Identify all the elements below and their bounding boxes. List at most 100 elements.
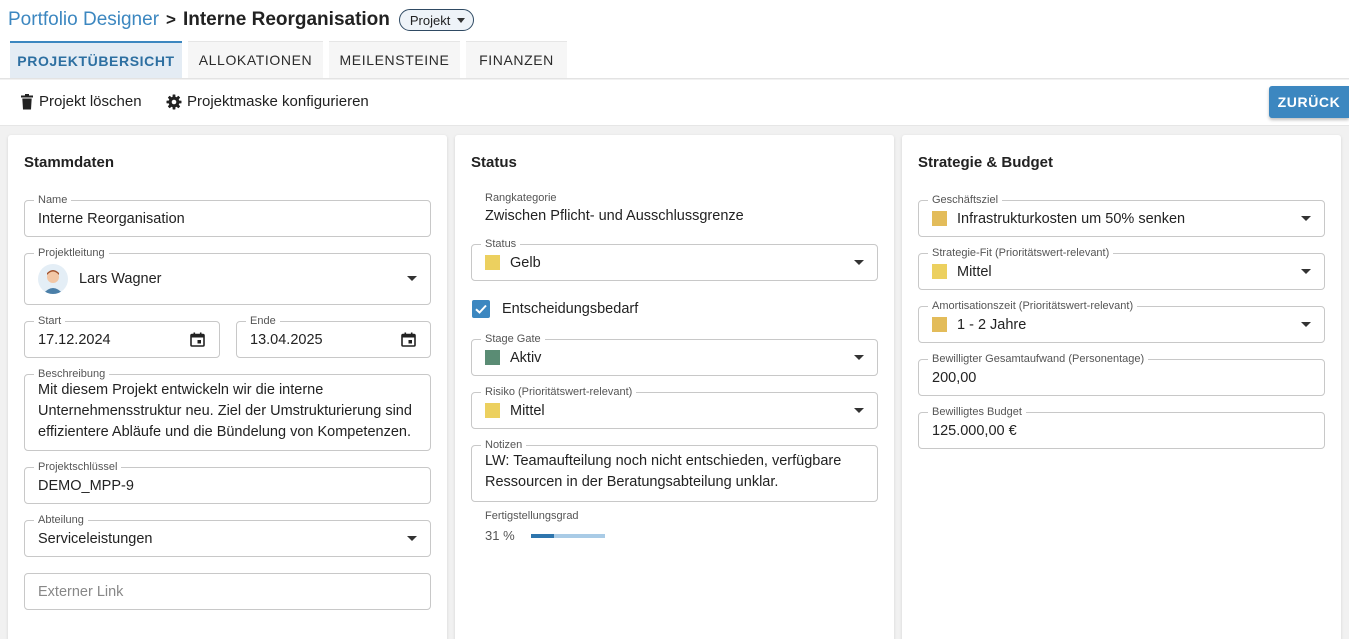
rangkategorie-label: Rangkategorie <box>485 192 557 204</box>
gesamtaufwand-value: 200,00 <box>932 369 977 386</box>
chevron-down-icon <box>854 355 864 360</box>
calendar-icon[interactable] <box>401 332 416 347</box>
page-title: Interne Reorganisation <box>182 9 390 30</box>
strategie-fit-select[interactable]: Strategie-Fit (Prioritätswert-relevant) … <box>918 246 1325 290</box>
type-selector[interactable]: Projekt <box>398 9 475 31</box>
configure-mask-button[interactable]: Projektmaske konfigurieren <box>166 93 369 110</box>
risiko-select[interactable]: Risiko (Prioritätswert-relevant) Mittel <box>471 385 878 429</box>
projektschluessel-value: DEMO_MPP-9 <box>38 477 134 494</box>
rangkategorie-value: Zwischen Pflicht- und Ausschlussgrenze <box>485 208 744 224</box>
beschreibung-field[interactable]: Beschreibung Mit diesem Projekt entwicke… <box>24 367 431 451</box>
abteilung-value: Serviceleistungen <box>38 530 153 547</box>
trash-icon <box>21 93 33 109</box>
caret-down-icon <box>457 17 466 23</box>
tab-bar: PROJEKTÜBERSICHT ALLOKATIONEN MEILENSTEI… <box>10 41 573 78</box>
amortisationszeit-color-swatch <box>932 317 947 332</box>
budget-value: 125.000,00 € <box>932 422 1017 439</box>
tab-finanzen[interactable]: FINANZEN <box>466 41 567 78</box>
entscheidungsbedarf-checkbox[interactable] <box>472 300 490 318</box>
calendar-icon[interactable] <box>190 332 205 347</box>
projektleitung-value: Lars Wagner <box>79 271 162 287</box>
stammdaten-card: Stammdaten Name Interne Reorganisation P… <box>8 135 447 639</box>
chevron-down-icon <box>854 260 864 265</box>
name-field[interactable]: Name Interne Reorganisation <box>24 193 431 237</box>
budget-field[interactable]: Bewilligtes Budget 125.000,00 € <box>918 405 1325 449</box>
fertigstellungsgrad-label: Fertigstellungsgrad <box>485 510 579 522</box>
toolbar: Projekt löschen Projektmaske konfigurier… <box>0 80 1349 126</box>
chevron-down-icon <box>1301 322 1311 327</box>
breadcrumb: Portfolio Designer > Interne Reorganisat… <box>8 8 475 32</box>
status-select[interactable]: Status Gelb <box>471 237 878 281</box>
notizen-label: Notizen <box>481 438 527 452</box>
notizen-value: LW: Teamaufteilung noch nicht entschiede… <box>485 453 842 490</box>
gear-icon <box>166 94 182 109</box>
start-value: 17.12.2024 <box>38 331 111 348</box>
status-value: Gelb <box>510 254 541 271</box>
back-button[interactable]: ZURÜCK <box>1269 86 1349 118</box>
stage-gate-value-row: Aktiv <box>485 340 541 375</box>
progress-bar-fill <box>531 534 554 538</box>
ende-value: 13.04.2025 <box>250 331 323 348</box>
chevron-down-icon <box>1301 216 1311 221</box>
projektschluessel-field[interactable]: Projektschlüssel DEMO_MPP-9 <box>24 460 431 504</box>
end-date-field[interactable]: Ende 13.04.2025 <box>236 314 431 358</box>
geschaeftsziel-value-row: Infrastrukturkosten um 50% senken <box>932 201 1185 236</box>
strategie-fit-value: Mittel <box>957 263 992 280</box>
chevron-down-icon <box>854 408 864 413</box>
configure-mask-label: Projektmaske konfigurieren <box>187 93 369 110</box>
delete-project-label: Projekt löschen <box>39 93 142 110</box>
risiko-value: Mittel <box>510 402 545 419</box>
chevron-down-icon <box>407 276 417 281</box>
status-title: Status <box>471 154 517 171</box>
tab-projektuebersicht[interactable]: PROJEKTÜBERSICHT <box>10 41 182 78</box>
chevron-down-icon <box>1301 269 1311 274</box>
geschaeftsziel-select[interactable]: Geschäftsziel Infrastrukturkosten um 50%… <box>918 193 1325 237</box>
strategie-budget-card: Strategie & Budget Geschäftsziel Infrast… <box>902 135 1341 639</box>
tab-label: MEILENSTEINE <box>339 52 450 68</box>
stage-gate-select[interactable]: Stage Gate Aktiv <box>471 332 878 376</box>
strategie-title: Strategie & Budget <box>918 154 1054 171</box>
amortisationszeit-value: 1 - 2 Jahre <box>957 316 1027 333</box>
tab-label: PROJEKTÜBERSICHT <box>17 52 175 69</box>
name-value: Interne Reorganisation <box>38 210 185 227</box>
notizen-field[interactable]: Notizen LW: Teamaufteilung noch nicht en… <box>471 438 878 502</box>
status-card: Status Rangkategorie Zwischen Pflicht- u… <box>455 135 894 639</box>
beschreibung-label: Beschreibung <box>34 367 110 381</box>
status-color-swatch <box>485 255 500 270</box>
delete-project-button[interactable]: Projekt löschen <box>20 93 142 110</box>
gesamtaufwand-field[interactable]: Bewilligter Gesamtaufwand (Personentage)… <box>918 352 1325 396</box>
amortisationszeit-select[interactable]: Amortisationszeit (Prioritätswert-releva… <box>918 299 1325 343</box>
breadcrumb-separator: > <box>166 10 176 29</box>
entscheidungsbedarf-label: Entscheidungsbedarf <box>502 301 639 317</box>
projektleitung-value-row: Lars Wagner <box>38 254 161 304</box>
externer-link-input[interactable]: Externer Link <box>24 573 431 610</box>
type-selector-label: Projekt <box>409 12 451 28</box>
stage-gate-color-swatch <box>485 350 500 365</box>
start-date-field[interactable]: Start 17.12.2024 <box>24 314 220 358</box>
progress-bar <box>531 534 605 538</box>
strategie-fit-value-row: Mittel <box>932 254 992 289</box>
abteilung-select[interactable]: Abteilung Serviceleistungen <box>24 513 431 557</box>
tab-allokationen[interactable]: ALLOKATIONEN <box>188 41 323 78</box>
tab-meilensteine[interactable]: MEILENSTEINE <box>329 41 460 78</box>
strategie-fit-color-swatch <box>932 264 947 279</box>
projektleitung-select[interactable]: Projektleitung Lars Wagner <box>24 246 431 305</box>
breadcrumb-root-link[interactable]: Portfolio Designer <box>8 9 159 31</box>
stammdaten-title: Stammdaten <box>24 154 115 171</box>
stage-gate-value: Aktiv <box>510 349 542 366</box>
tab-label: FINANZEN <box>479 52 554 68</box>
risiko-value-row: Mittel <box>485 393 545 428</box>
geschaeftsziel-value: Infrastrukturkosten um 50% senken <box>957 210 1186 227</box>
amortisationszeit-value-row: 1 - 2 Jahre <box>932 307 1026 342</box>
risiko-color-swatch <box>485 403 500 418</box>
fertigstellungsgrad-value: 31 % <box>485 528 515 543</box>
beschreibung-value: Mit diesem Projekt entwickeln wir die in… <box>38 382 412 440</box>
avatar-icon <box>38 264 68 294</box>
geschaeftsziel-color-swatch <box>932 211 947 226</box>
status-value-row: Gelb <box>485 245 541 280</box>
check-icon <box>475 304 487 314</box>
chevron-down-icon <box>407 536 417 541</box>
externer-link-placeholder: Externer Link <box>38 583 124 600</box>
page-header: Portfolio Designer > Interne Reorganisat… <box>0 0 1349 79</box>
tab-label: ALLOKATIONEN <box>198 52 313 68</box>
